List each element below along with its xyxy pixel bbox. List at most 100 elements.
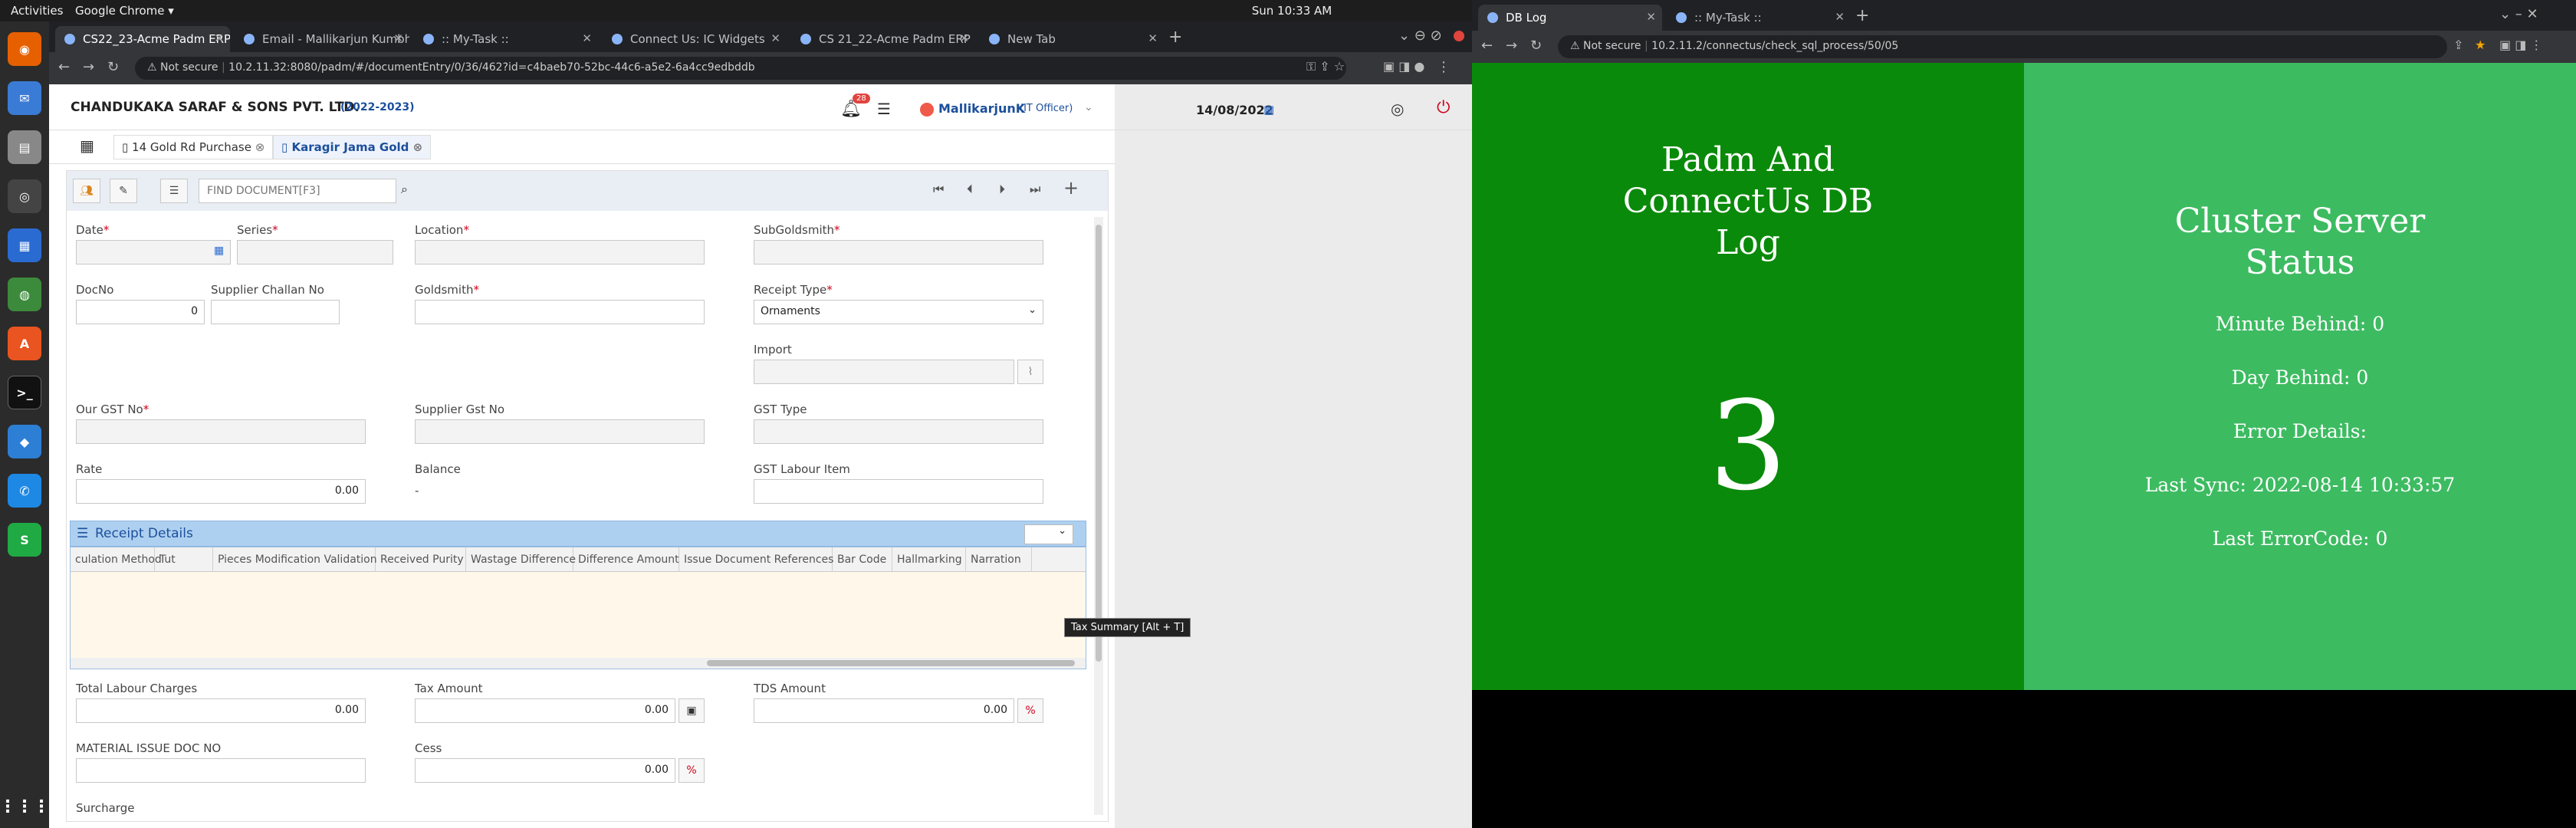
grid-col-difference-amount[interactable]: Difference Amount (573, 547, 679, 572)
total-labour-field[interactable]: 0.00 (76, 698, 366, 723)
grid-col-pieces-validation[interactable]: Pieces Modification Validation (213, 547, 377, 572)
grid-col-bar-code[interactable]: Bar Code (833, 547, 892, 572)
address-bar[interactable]: ⚠ Not secure | 10.2.11.2/connectus/check… (1558, 35, 2447, 58)
grid-col-tut[interactable]: Tut (155, 547, 213, 572)
files-icon[interactable]: ▤ (8, 130, 41, 164)
gst-type-field[interactable] (754, 419, 1043, 444)
close-icon[interactable]: ⊗ (255, 140, 265, 154)
thunderbird-icon[interactable]: ✉ (8, 81, 41, 115)
tab-db-log[interactable]: DB Log ✕ (1478, 5, 1662, 31)
scrollbar-thumb[interactable] (707, 660, 1075, 666)
tds-amount-field[interactable]: 0.00 (754, 698, 1014, 723)
window-controls[interactable]: ⌄ ⊖ ⊘ (1398, 28, 1442, 44)
supplier-challan-field[interactable] (211, 300, 340, 324)
software-icon[interactable]: A (8, 327, 41, 360)
forward-arrow-icon[interactable]: → (1506, 38, 1517, 54)
new-tab-plus-icon[interactable]: + (1855, 6, 1869, 25)
add-icon[interactable]: + (1063, 177, 1079, 199)
location-field[interactable] (415, 240, 705, 264)
back-arrow-icon[interactable]: ← (58, 59, 70, 75)
grid-col-calculation-method[interactable]: culation Method (71, 547, 162, 572)
receipt-type-select[interactable]: Ornaments ⌄ (754, 300, 1043, 324)
list-icon[interactable]: ☰ (160, 179, 188, 203)
grid-col-received-purity[interactable]: Received Purity (376, 547, 466, 572)
doc-tab-karagir[interactable]: ▯ Karagir Jama Gold ⊗ (273, 135, 432, 159)
our-gst-field[interactable] (76, 419, 366, 444)
tax-amount-field[interactable]: 0.00 (415, 698, 675, 723)
goldsmith-field[interactable] (415, 300, 705, 324)
close-icon[interactable]: ✕ (582, 31, 592, 45)
username[interactable]: MallikarjunK (938, 101, 1025, 116)
tab-new-tab[interactable]: New Tab ✕ (980, 26, 1164, 52)
close-icon[interactable]: ✕ (1835, 10, 1845, 24)
chrome-menu-icon[interactable]: ⋮ (1437, 59, 1451, 75)
tab-cs21[interactable]: CS 21_22-Acme Padm ERP ✕ (791, 26, 975, 52)
firefox-icon[interactable]: ◉ (8, 32, 41, 66)
tax-summary-icon[interactable]: ▣ (678, 698, 705, 723)
doc-tab-gold-purchase[interactable]: ▯ 14 Gold Rd Purchase ⊗ (113, 135, 274, 159)
tab-connect-us[interactable]: Connect Us: IC Widgets ✕ (603, 26, 787, 52)
tab-padm-erp[interactable]: CS22_23-Acme Padm ERP ✕ (55, 26, 230, 52)
tab-my-task[interactable]: :: My-Task :: ✕ (414, 26, 598, 52)
tab-email[interactable]: Email - Mallikarjun Kumbh ✕ (235, 26, 409, 52)
series-field[interactable] (237, 240, 393, 264)
close-icon[interactable]: ✕ (1148, 31, 1158, 45)
chrome-icon[interactable]: ◍ (8, 278, 41, 311)
tds-percent-button[interactable]: % (1017, 698, 1043, 723)
close-icon[interactable]: ✕ (393, 31, 403, 45)
new-tab-plus-icon[interactable]: + (1168, 28, 1182, 47)
close-icon[interactable]: ✕ (1646, 10, 1656, 24)
app-grid-icon[interactable]: ⋮⋮⋮ (0, 790, 50, 823)
grid-menu-icon[interactable]: ▦ (80, 136, 94, 155)
grid-col-issue-doc-refs[interactable]: Issue Document References (679, 547, 833, 572)
calendar-icon[interactable]: ▦ (214, 245, 224, 257)
last-record-icon[interactable]: ⏭ (1030, 182, 1040, 197)
import-field[interactable] (754, 360, 1014, 384)
find-document-input[interactable] (199, 179, 396, 203)
star-icon[interactable]: ★ (2475, 38, 2486, 52)
subgoldsmith-field[interactable] (754, 240, 1043, 264)
first-record-icon[interactable]: ⏮ (933, 182, 944, 197)
grid-horizontal-scrollbar[interactable] (71, 658, 1086, 669)
dolphin-icon[interactable]: ◆ (8, 425, 41, 458)
cess-field[interactable]: 0.00 (415, 758, 675, 783)
receipt-details-dropdown[interactable]: ⌄ (1024, 524, 1073, 544)
writer-icon[interactable]: ▦ (8, 228, 41, 262)
tab-my-task-right[interactable]: :: My-Task :: ✕ (1667, 5, 1851, 31)
material-issue-field[interactable] (76, 758, 366, 783)
rhythmbox-icon[interactable]: ◎ (8, 179, 41, 213)
eye-slash-icon[interactable]: ◎ (1391, 100, 1404, 118)
grid-col-hallmarking[interactable]: Hallmarking (892, 547, 966, 572)
power-icon[interactable]: ⏻ (1437, 98, 1450, 117)
docno-field[interactable]: 0 (76, 300, 205, 324)
reload-icon[interactable]: ↻ (107, 59, 119, 75)
supplier-gst-field[interactable] (415, 419, 705, 444)
close-icon[interactable]: ✕ (770, 31, 780, 45)
chevron-down-icon[interactable]: ⌄ (1084, 101, 1093, 113)
cess-percent-button[interactable]: % (678, 758, 705, 783)
close-icon[interactable]: ✕ (959, 31, 969, 45)
extension-icons[interactable]: ▣ ◨ ● (1383, 59, 1424, 74)
list-menu-icon[interactable]: ☰ (877, 100, 891, 118)
previous-record-icon[interactable]: ⏴ (967, 182, 973, 197)
scrollbar-thumb[interactable] (1096, 225, 1102, 662)
back-arrow-icon[interactable]: ← (1481, 38, 1493, 54)
calendar-icon[interactable]: ▦ (1263, 103, 1274, 117)
date-field[interactable] (76, 240, 231, 264)
form-vertical-scrollbar[interactable] (1094, 217, 1103, 815)
next-record-icon[interactable]: ⏵ (999, 182, 1005, 197)
gst-labour-field[interactable] (754, 479, 1043, 504)
close-icon[interactable]: ✕ (214, 31, 224, 45)
app-menu[interactable]: Google Chrome ▾ (75, 4, 174, 18)
activities-button[interactable]: Activities (11, 4, 63, 18)
address-bar[interactable]: ⚠ Not secure | 10.2.11.32:8080/padm/#/do… (135, 57, 1346, 80)
window-close-icon[interactable] (1454, 31, 1464, 41)
grid-col-narration[interactable]: Narration (966, 547, 1032, 572)
paperclip-icon[interactable]: ⌇ (1017, 360, 1043, 384)
grid-col-wastage-difference[interactable]: Wastage Difference (466, 547, 576, 572)
spreadsheet-icon[interactable]: S (8, 523, 41, 557)
users-icon[interactable]: 👥︎ (73, 179, 100, 203)
terminal-icon[interactable]: >_ (8, 376, 41, 409)
reload-icon[interactable]: ↻ (1530, 38, 1542, 54)
close-icon[interactable]: ⊗ (413, 140, 423, 154)
